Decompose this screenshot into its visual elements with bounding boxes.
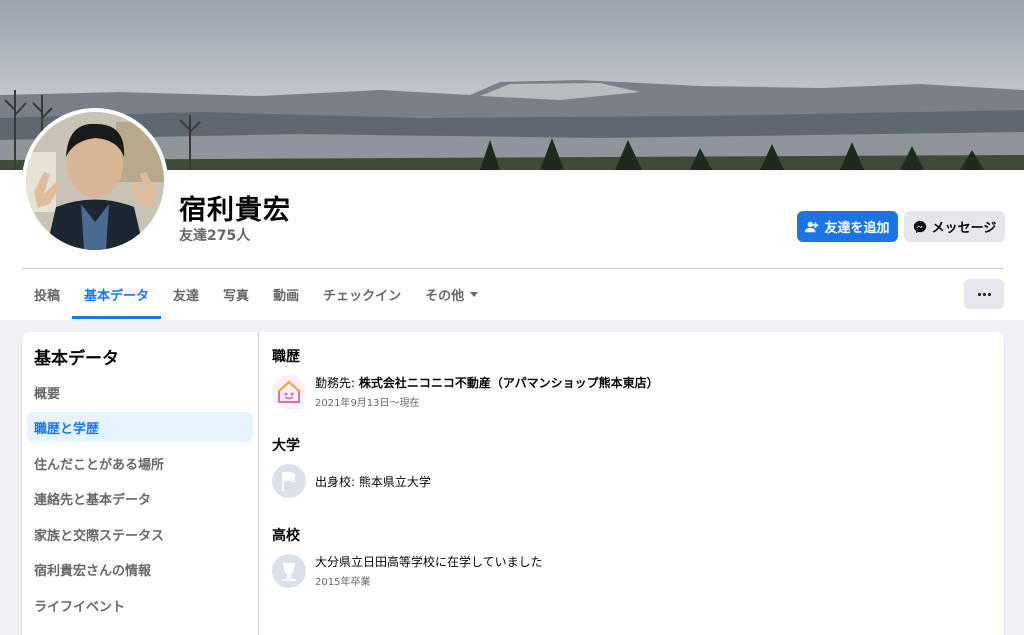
university-text: 出身校: 熊本県立大学 — [315, 474, 431, 489]
tab-posts[interactable]: 投稿 — [22, 271, 72, 317]
sidebar-item-work-education[interactable]: 職歴と学歴 — [27, 412, 253, 442]
profile-name: 宿利貴宏 — [179, 195, 291, 226]
sidebar-item-life-events[interactable]: ライフイベント — [27, 590, 253, 620]
tab-videos[interactable]: 動画 — [261, 271, 311, 317]
add-friend-button[interactable]: 友達を追加 — [797, 211, 898, 242]
school-icon[interactable] — [272, 553, 306, 588]
work-entry: 勤務先: 株式会社ニコニコ不動産（アパマンショップ熊本東店） 2021年9月13… — [272, 374, 659, 409]
caret-down-icon — [470, 291, 479, 297]
friends-count[interactable]: 友達275人 — [179, 225, 250, 245]
tab-label: 動画 — [273, 288, 300, 304]
sidebar-title: 基本データ — [34, 349, 119, 369]
about-sidebar: 基本データ 概要 職歴と学歴 住んだことがある場所 連絡先と基本データ 家族と交… — [22, 332, 259, 635]
tab-label: 友達 — [173, 288, 200, 304]
sidebar-item-overview[interactable]: 概要 — [27, 377, 253, 407]
section-title-university: 大学 — [272, 438, 300, 454]
employer-link[interactable]: 株式会社ニコニコ不動産（アパマンショップ熊本東店） — [359, 376, 659, 390]
section-title-work: 職歴 — [272, 349, 300, 365]
sidebar-item-contact-info[interactable]: 連絡先と基本データ — [27, 483, 253, 513]
tab-label: チェックイン — [323, 288, 402, 304]
tab-label: 投稿 — [34, 288, 61, 304]
employer-logo-icon[interactable] — [272, 374, 306, 409]
tab-photos[interactable]: 写真 — [211, 271, 261, 317]
school-flag-icon[interactable] — [272, 464, 306, 498]
work-prefix: 勤務先: — [315, 376, 359, 390]
dot-icon — [982, 292, 986, 296]
highschool-graduation: 2015年卒業 — [315, 577, 371, 588]
tab-label: その他 — [425, 288, 465, 304]
tab-friends[interactable]: 友達 — [161, 271, 211, 317]
tab-about[interactable]: 基本データ — [72, 271, 162, 319]
tab-label: 写真 — [223, 288, 250, 304]
tab-more[interactable]: その他 — [413, 271, 490, 317]
section-title-highschool: 高校 — [272, 528, 300, 544]
messenger-icon — [913, 220, 926, 233]
profile-avatar[interactable] — [22, 108, 168, 254]
more-options-button[interactable] — [964, 279, 1004, 309]
add-friend-label: 友達を追加 — [824, 221, 890, 236]
work-period: 2021年9月13日～現在 — [315, 398, 420, 409]
message-button[interactable]: メッセージ — [904, 211, 1005, 242]
header-divider — [22, 268, 1004, 269]
highschool-entry: 大分県立日田高等学校に在学していました 2015年卒業 — [272, 553, 543, 588]
message-label: メッセージ — [931, 221, 997, 236]
sidebar-item-family-relationships[interactable]: 家族と交際ステータス — [27, 519, 253, 549]
sidebar-item-details[interactable]: 宿利貴宏さんの情報 — [27, 554, 253, 584]
profile-tabs: 投稿 基本データ 友達 写真 動画 チェックイン その他 — [22, 271, 490, 319]
about-content: 職歴 勤務先: 株式会社ニコニコ不動産（アパマンショップ熊本東店） 2021年9… — [272, 332, 1004, 635]
university-entry: 出身校: 熊本県立大学 — [272, 464, 431, 498]
tab-label: 基本データ — [84, 288, 150, 304]
about-card: 基本データ 概要 職歴と学歴 住んだことがある場所 連絡先と基本データ 家族と交… — [22, 332, 1004, 635]
avatar-photo — [26, 112, 164, 250]
add-friend-icon — [805, 221, 819, 232]
dot-icon — [987, 292, 991, 296]
dot-icon — [977, 292, 981, 296]
highschool-text: 大分県立日田高等学校に在学していました — [315, 555, 543, 569]
sidebar-item-places-lived[interactable]: 住んだことがある場所 — [27, 448, 253, 478]
tab-checkins[interactable]: チェックイン — [311, 271, 413, 317]
